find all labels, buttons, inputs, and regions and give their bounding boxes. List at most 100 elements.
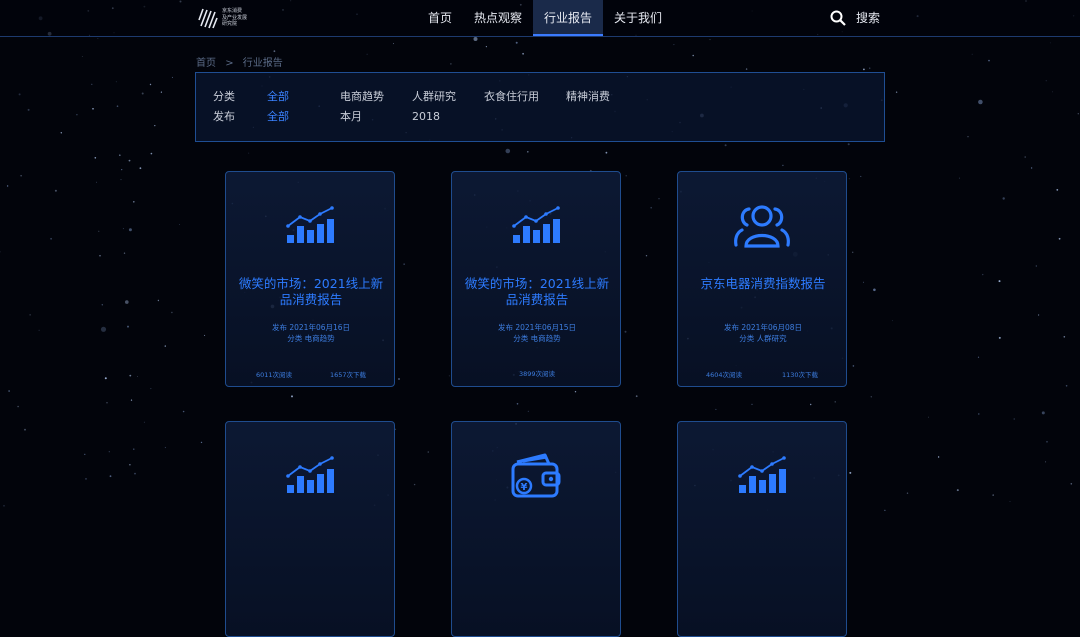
report-title[interactable]: 微笑的市场：2021线上新品消费报告 [462,276,612,308]
star-dot [658,198,660,200]
star-dot [1065,385,1068,387]
star-dot [1002,197,1005,200]
star-dot [108,451,110,453]
report-card[interactable]: 微笑的市场：2021线上新品消费报告 发布 2021年06月15日 分类 电商趋… [451,171,621,387]
star-dot [1024,156,1026,158]
star-dot [134,472,136,475]
star-dot [120,179,122,181]
star-dot [179,224,180,225]
star-dot [171,311,173,314]
filter-row-category: 分类 全部 电商趋势 人群研究 衣食住行用 精神消费 [213,89,610,105]
filter-category-population[interactable]: 人群研究 [412,89,484,105]
star-dot [106,402,108,404]
report-card[interactable]: 京东电器消费指数报告 发布 2021年06月08日 分类 人群研究 4604次阅… [677,171,847,387]
report-date: 发布 2021年06月08日 [723,323,803,332]
star-dot [505,148,511,154]
bar-chart-icon [501,202,571,252]
star-dot [17,405,19,408]
nav-about-us[interactable]: 关于我们 [603,0,673,36]
star-dot [182,410,185,413]
report-reads: 6011次阅读 [256,371,293,379]
filter-category-all[interactable]: 全部 [267,89,340,105]
star-dot [129,464,131,466]
star-dot [133,201,135,203]
star-dot [709,39,711,41]
filter-label-publish: 发布 [213,110,235,123]
star-dot [673,44,675,46]
star-dot [119,154,121,156]
star-dot [958,177,960,179]
nav-home[interactable]: 首页 [417,0,463,36]
nav-industry-reports[interactable]: 行业报告 [533,0,604,36]
filter-publish-2018[interactable]: 2018 [412,109,440,125]
filter-category-spiritual[interactable]: 精神消费 [566,89,610,105]
report-reads: 3899次阅读 [518,370,556,378]
star-dot [1035,265,1037,267]
star-dot [847,143,850,146]
filter-category-ecommerce[interactable]: 电商趋势 [340,89,412,105]
star-dot [60,132,62,134]
star-dot [20,175,22,177]
star-dot [1052,91,1053,93]
search-label: 搜索 [856,11,881,25]
star-dot [393,43,394,45]
star-dot [852,251,854,253]
star-dot [121,169,123,171]
star-dot [164,446,166,449]
star-dot [50,237,52,240]
star-dot [891,320,893,322]
star-dot [164,345,166,347]
star-dot [977,356,980,358]
nav-hot-topics[interactable]: 热点观察 [463,0,533,36]
star-dot [724,144,727,147]
star-dot [625,175,627,177]
report-title[interactable]: 京东电器消费指数报告 [688,276,838,292]
breadcrumb-separator: > [225,58,234,69]
filter-category-daily-life[interactable]: 衣食住行用 [484,89,566,105]
star-dot [38,329,40,331]
star-dot [143,421,145,423]
main-nav: 首页 热点观察 行业报告 关于我们 [417,0,673,36]
star-dot [852,365,855,367]
report-card[interactable]: ¥ [451,421,621,637]
report-card[interactable] [677,421,847,637]
star-dot [956,489,959,492]
star-dot [100,326,107,332]
star-dot [97,38,99,39]
filter-panel: 分类 全部 电商趋势 人群研究 衣食住行用 精神消费 发布 全部 本月 2018 [195,72,885,142]
report-title[interactable]: 微笑的市场：2021线上新品消费报告 [236,276,386,308]
star-dot [76,114,78,116]
star-dot [1063,336,1066,338]
star-dot [204,334,206,336]
filter-row-publish: 发布 全部 本月 2018 [213,109,440,125]
star-dot [971,53,973,55]
star-dot [1045,461,1047,463]
star-dot [139,167,142,170]
star-dot [863,281,864,283]
report-card[interactable]: 微笑的市场：2021线上新品消费报告 发布 2021年06月16日 分类 电商趋… [225,171,395,387]
star-dot [782,164,784,167]
filter-publish-all[interactable]: 全部 [267,109,340,125]
star-dot [873,288,876,292]
star-dot [928,416,929,418]
star-dot [450,63,452,65]
breadcrumb-home[interactable]: 首页 [196,58,216,69]
star-dot [1045,80,1047,82]
star-dot [427,451,430,453]
report-card[interactable] [225,421,395,637]
star-dot [403,263,405,265]
report-category: 分类 人群研究 [739,334,787,343]
star-dot [150,152,153,155]
breadcrumb: 首页 > 行业报告 [196,54,289,69]
star-dot [937,456,940,458]
star-dot [849,471,852,474]
star-dot [978,99,983,105]
star-dot [200,441,203,444]
report-downloads: 1657次下载 [329,371,366,379]
filter-publish-this-month[interactable]: 本月 [340,109,412,125]
search-button[interactable]: 搜索 [830,9,880,26]
star-dot [624,330,627,333]
star-dot [127,325,129,328]
logo[interactable]: 京东消费 及产业发展 研究院 [198,6,258,30]
star-dot [149,83,152,86]
